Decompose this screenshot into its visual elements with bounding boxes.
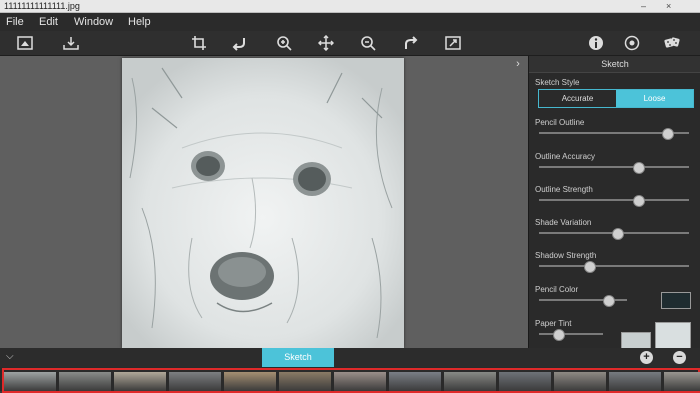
slider-handle[interactable] xyxy=(602,295,615,307)
slider-label: Pencil Color xyxy=(535,285,579,294)
preset-thumbnail[interactable] xyxy=(4,372,56,391)
slider-label: Paper Tint xyxy=(535,319,572,328)
save-icon[interactable] xyxy=(62,34,80,52)
preset-thumbnail[interactable] xyxy=(554,372,606,391)
settings-icon[interactable] xyxy=(623,34,641,52)
paper-tint-preview xyxy=(655,322,691,348)
sketch-style-toggle: Accurate Loose xyxy=(538,89,694,108)
preset-thumbnail[interactable] xyxy=(114,372,166,391)
slider-label: Pencil Outline xyxy=(535,118,585,127)
preset-thumbnail[interactable] xyxy=(224,372,276,391)
chevron-down-icon[interactable]: ⌵ xyxy=(6,351,14,362)
style-accurate-option[interactable]: Accurate xyxy=(539,90,616,107)
menu-edit[interactable]: Edit xyxy=(39,13,58,31)
slider-handle[interactable] xyxy=(633,162,645,174)
zoom-out-icon[interactable] xyxy=(359,34,377,52)
info-icon[interactable] xyxy=(587,34,605,52)
slider-label: Shade Variation xyxy=(535,218,592,227)
dice-icon[interactable] xyxy=(663,34,681,52)
bottom-bar: ⌵ Sketch + − xyxy=(0,348,700,367)
slider-track[interactable] xyxy=(539,195,689,207)
toolbar xyxy=(0,31,700,56)
menu-window[interactable]: Window xyxy=(74,13,113,31)
paper-tint-swatch[interactable] xyxy=(621,332,651,348)
slider-handle[interactable] xyxy=(633,195,645,207)
slider-handle[interactable] xyxy=(612,228,624,240)
fit-screen-icon[interactable] xyxy=(444,34,462,52)
preset-thumbnail[interactable] xyxy=(334,372,386,391)
add-preset-button[interactable]: + xyxy=(640,351,653,364)
preset-thumbnail[interactable] xyxy=(664,372,700,391)
slider-handle[interactable] xyxy=(661,128,674,140)
crop-icon[interactable] xyxy=(190,34,208,52)
remove-preset-button[interactable]: − xyxy=(673,351,686,364)
sketch-style-label: Sketch Style xyxy=(535,78,580,87)
title-bar: 11111111111111.jpg – × xyxy=(0,0,700,13)
chevron-right-icon[interactable]: › xyxy=(512,58,524,70)
close-button[interactable]: × xyxy=(666,0,671,12)
slider-track[interactable] xyxy=(539,295,627,307)
move-icon[interactable] xyxy=(317,34,335,52)
preset-thumbnail[interactable] xyxy=(279,372,331,391)
preset-thumbnail[interactable] xyxy=(59,372,111,391)
slider-handle[interactable] xyxy=(553,329,566,341)
slider-track[interactable] xyxy=(539,228,689,240)
slider-track[interactable] xyxy=(539,329,603,341)
menu-file[interactable]: File xyxy=(6,13,24,31)
style-loose-option[interactable]: Loose xyxy=(616,90,693,107)
minimize-button[interactable]: – xyxy=(641,0,646,12)
slider-label: Shadow Strength xyxy=(535,251,597,260)
image-canvas[interactable]: › xyxy=(0,56,528,348)
preset-thumbnail[interactable] xyxy=(169,372,221,391)
slider-track[interactable] xyxy=(539,128,689,140)
slider-track[interactable] xyxy=(539,261,689,273)
slider-label: Outline Accuracy xyxy=(535,152,596,161)
pencil-color-swatch[interactable] xyxy=(661,292,691,309)
menu-help[interactable]: Help xyxy=(128,13,151,31)
preset-thumbnail[interactable] xyxy=(499,372,551,391)
sketch-preview-image xyxy=(122,58,404,348)
slider-handle[interactable] xyxy=(583,261,596,273)
preset-thumbnail[interactable] xyxy=(444,372,496,391)
window-title: 11111111111111.jpg xyxy=(4,1,80,11)
menu-bar: File Edit Window Help xyxy=(0,13,700,31)
undo-icon[interactable] xyxy=(231,34,249,52)
sketch-panel: Sketch Sketch Style Accurate Loose Penci… xyxy=(528,56,700,348)
open-image-icon[interactable] xyxy=(16,34,34,52)
preset-thumbnail[interactable] xyxy=(609,372,661,391)
slider-track[interactable] xyxy=(539,162,689,174)
redo-icon[interactable] xyxy=(401,34,419,52)
panel-title: Sketch xyxy=(529,56,700,73)
zoom-in-icon[interactable] xyxy=(275,34,293,52)
slider-label: Outline Strength xyxy=(535,185,593,194)
preset-filmstrip xyxy=(0,367,700,393)
preset-tab-sketch[interactable]: Sketch xyxy=(262,348,334,367)
preset-thumbnail[interactable] xyxy=(389,372,441,391)
